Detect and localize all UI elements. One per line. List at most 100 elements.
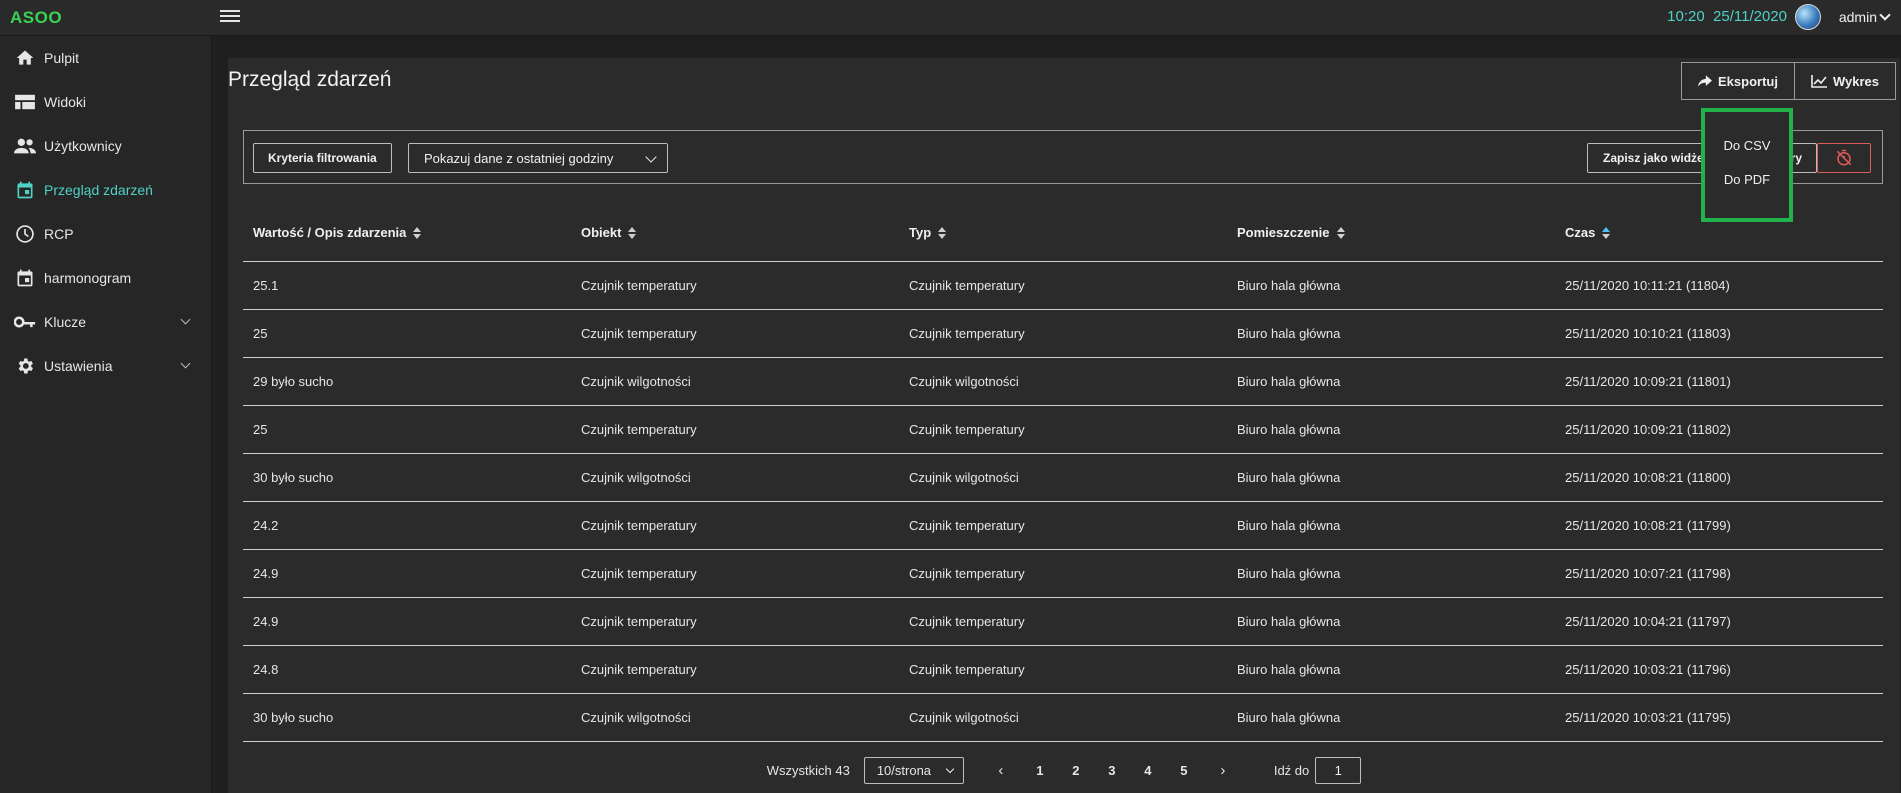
- table-row[interactable]: 25 Czujnik temperatury Czujnik temperatury…: [243, 405, 1883, 454]
- sidebar-item-label: RCP: [44, 226, 74, 242]
- table-cell: 24.9: [243, 549, 571, 598]
- chart-button[interactable]: Wykres: [1794, 62, 1896, 100]
- table-cell: 25: [243, 309, 571, 358]
- table-cell: Czujnik temperatury: [899, 645, 1227, 694]
- table-header-row: Wartość / Opis zdarzenia Obiekt Typ Pomi…: [243, 204, 1883, 262]
- table-cell: 25/11/2020 10:09:21 (11802): [1555, 405, 1883, 454]
- table-cell: Biuro hala główna: [1227, 357, 1555, 406]
- sidebar-item-label: Użytkownicy: [44, 138, 122, 154]
- table-cell: Czujnik wilgotności: [899, 357, 1227, 406]
- table-cell: Czujnik temperatury: [899, 597, 1227, 646]
- sort-icon: [628, 227, 637, 240]
- page-5[interactable]: 5: [1168, 763, 1200, 778]
- sidebar-item-label: Pulpit: [44, 50, 80, 66]
- table-cell: Czujnik temperatury: [571, 549, 899, 598]
- table-cell: 25/11/2020 10:03:21 (11795): [1555, 693, 1883, 742]
- table-cell: Biuro hala główna: [1227, 405, 1555, 454]
- sidebar-item-widoki[interactable]: Widoki: [0, 80, 211, 124]
- sidebar-item-label: Widoki: [44, 94, 87, 110]
- sidebar-item-uzytkownicy[interactable]: Użytkownicy: [0, 124, 211, 168]
- page-4[interactable]: 4: [1132, 763, 1164, 778]
- table-row[interactable]: 24.8 Czujnik temperatury Czujnik temperatu…: [243, 645, 1883, 694]
- sort-icon: [1336, 227, 1345, 240]
- table-cell: Biuro hala główna: [1227, 309, 1555, 358]
- sidebar-item-przeglad-zdarzen[interactable]: Przegląd zdarzeń: [0, 168, 211, 212]
- table-cell: 24.9: [243, 597, 571, 646]
- column-header-object[interactable]: Obiekt: [571, 204, 899, 262]
- time-range-select[interactable]: Pokazuj dane z ostatniej godziny: [408, 143, 668, 173]
- menu-toggle-icon[interactable]: [220, 7, 240, 27]
- prev-page-icon[interactable]: ‹: [986, 762, 1016, 779]
- table-cell: Czujnik temperatury: [571, 309, 899, 358]
- table-cell: Czujnik temperatury: [571, 645, 899, 694]
- page-size-select[interactable]: 10/strona: [863, 756, 964, 784]
- table-row[interactable]: 24.9 Czujnik temperatury Czujnik temperatu…: [243, 549, 1883, 598]
- chevron-down-icon: [645, 151, 657, 163]
- column-header-label: Obiekt: [581, 224, 622, 240]
- events-table: Wartość / Opis zdarzenia Obiekt Typ Pomi…: [243, 204, 1883, 742]
- sort-icon: [413, 227, 422, 240]
- user-menu[interactable]: admin: [1839, 9, 1891, 25]
- table-cell: Biuro hala główna: [1227, 453, 1555, 502]
- page-title: Przegląd zdarzeń: [228, 68, 392, 91]
- sidebar: Pulpit Widoki Użytkownicy Przegląd zdarz…: [0, 36, 212, 793]
- clear-timer-button[interactable]: [1817, 143, 1871, 173]
- goto-page: Idź do: [1274, 756, 1362, 784]
- page-size-value: 10/strona: [876, 762, 932, 778]
- table-cell: 25/11/2020 10:04:21 (11797): [1555, 597, 1883, 646]
- column-header-value[interactable]: Wartość / Opis zdarzenia: [243, 204, 571, 262]
- header-date: 25/11/2020: [1713, 8, 1787, 25]
- page-3[interactable]: 3: [1096, 763, 1128, 778]
- table-cell: Czujnik temperatury: [899, 405, 1227, 454]
- time-range-value: Pokazuj dane z ostatniej godziny: [424, 150, 614, 166]
- table-cell: Czujnik wilgotności: [899, 693, 1227, 742]
- export-csv-option[interactable]: Do CSV: [1705, 128, 1789, 162]
- home-icon: [14, 47, 36, 69]
- table-cell: Czujnik temperatury: [571, 405, 899, 454]
- sidebar-item-ustawienia[interactable]: Ustawienia: [0, 344, 211, 388]
- key-icon: [14, 311, 36, 333]
- sort-asc-icon: [1602, 227, 1611, 240]
- sidebar-item-pulpit[interactable]: Pulpit: [0, 36, 211, 80]
- column-header-type[interactable]: Typ: [899, 204, 1227, 262]
- avatar[interactable]: [1795, 4, 1821, 30]
- next-page-icon[interactable]: ›: [1208, 762, 1238, 779]
- table-cell: 25/11/2020 10:03:21 (11796): [1555, 645, 1883, 694]
- sidebar-item-klucze[interactable]: Klucze: [0, 300, 211, 344]
- table-cell: 25.1: [243, 261, 571, 310]
- table-row[interactable]: 29 było sucho Czujnik wilgotności Czujnik …: [243, 357, 1883, 406]
- top-bar: ASOO 10:20 25/11/2020 admin: [0, 0, 1901, 36]
- table-row[interactable]: 30 było sucho Czujnik wilgotności Czujnik …: [243, 693, 1883, 742]
- export-pdf-option[interactable]: Do PDF: [1705, 162, 1789, 196]
- table-row[interactable]: 30 było sucho Czujnik wilgotności Czujnik …: [243, 453, 1883, 502]
- table-cell: Biuro hala główna: [1227, 693, 1555, 742]
- table-cell: Czujnik temperatury: [571, 501, 899, 550]
- table-row[interactable]: 25.1 Czujnik temperatury Czujnik temperatu…: [243, 261, 1883, 310]
- page-1[interactable]: 1: [1024, 763, 1056, 778]
- gear-icon: [14, 355, 36, 377]
- table-row[interactable]: 24.9 Czujnik temperatury Czujnik temperatu…: [243, 597, 1883, 646]
- timer-off-icon: [1836, 149, 1852, 166]
- table-row[interactable]: 25 Czujnik temperatury Czujnik temperatury…: [243, 309, 1883, 358]
- filter-criteria-button[interactable]: Kryteria filtrowania: [253, 143, 392, 173]
- table-cell: Czujnik temperatury: [899, 549, 1227, 598]
- page-2[interactable]: 2: [1060, 763, 1092, 778]
- main-content: Przegląd zdarzeń Eksportuj Wykres Kryter…: [228, 58, 1900, 793]
- column-header-label: Typ: [909, 224, 932, 240]
- sidebar-item-harmonogram[interactable]: harmonogram: [0, 256, 211, 300]
- calendar-icon: [14, 267, 36, 289]
- chevron-down-icon: [180, 314, 191, 325]
- brand-logo[interactable]: ASOO: [10, 8, 62, 28]
- column-header-label: Pomieszczenie: [1237, 224, 1330, 240]
- table-row[interactable]: 24.2 Czujnik temperatury Czujnik temperatu…: [243, 501, 1883, 550]
- table-cell: Biuro hala główna: [1227, 501, 1555, 550]
- table-cell: 24.2: [243, 501, 571, 550]
- export-button[interactable]: Eksportuj: [1681, 62, 1795, 100]
- table-cell: 24.8: [243, 645, 571, 694]
- sidebar-item-rcp[interactable]: RCP: [0, 212, 211, 256]
- column-header-room[interactable]: Pomieszczenie: [1227, 204, 1555, 262]
- table-cell: 25/11/2020 10:11:21 (11804): [1555, 261, 1883, 310]
- share-arrow-icon: [1698, 75, 1713, 87]
- goto-page-input[interactable]: [1315, 756, 1362, 784]
- chevron-down-icon: [945, 764, 955, 773]
